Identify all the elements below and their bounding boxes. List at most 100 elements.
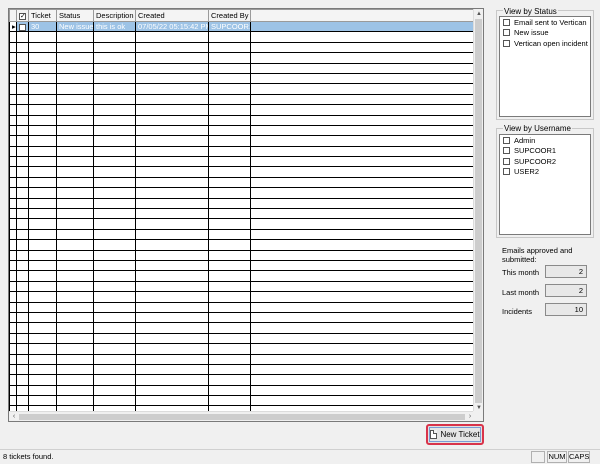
empty-table-row[interactable] <box>9 93 475 106</box>
empty-table-row[interactable] <box>9 197 475 210</box>
empty-cell <box>56 374 94 386</box>
empty-table-row[interactable] <box>9 353 475 365</box>
empty-table-row[interactable] <box>9 104 475 116</box>
empty-cell <box>93 52 136 64</box>
empty-table-row[interactable] <box>9 145 475 158</box>
empty-cell <box>56 156 94 168</box>
empty-table-row[interactable] <box>9 83 475 95</box>
row-checkbox-cell[interactable] <box>16 20 29 33</box>
empty-table-row[interactable] <box>9 322 475 334</box>
empty-cell <box>93 208 136 220</box>
username-filter-item[interactable]: SUPCOOR1 <box>500 146 590 157</box>
empty-table-row[interactable] <box>9 218 475 230</box>
empty-cell <box>9 62 17 74</box>
empty-cell <box>16 208 29 220</box>
status-filter-item[interactable]: Vertican open incident <box>500 38 590 49</box>
empty-table-row[interactable] <box>9 31 475 43</box>
empty-cell <box>250 374 475 386</box>
checkbox-icon[interactable] <box>503 168 510 176</box>
empty-table-row[interactable] <box>9 395 475 407</box>
empty-table-row[interactable] <box>9 114 475 126</box>
empty-cell <box>9 322 17 334</box>
empty-table-row[interactable] <box>9 62 475 74</box>
empty-table-row[interactable] <box>9 311 475 324</box>
new-ticket-button[interactable]: New Ticket <box>426 424 484 445</box>
empty-cell <box>9 104 17 116</box>
empty-table-row[interactable] <box>9 384 475 397</box>
cell-ticket: 30 <box>28 20 57 33</box>
empty-table-row[interactable] <box>9 343 475 355</box>
empty-table-row[interactable] <box>9 249 475 262</box>
empty-table-row[interactable] <box>9 156 475 168</box>
empty-table-row[interactable] <box>9 228 475 241</box>
statusbar-blank-panel <box>531 451 545 463</box>
empty-table-row[interactable] <box>9 52 475 64</box>
column-header-description[interactable]: Description <box>93 9 136 22</box>
column-header-created-by[interactable]: Created By <box>208 9 251 22</box>
horizontal-scrollbar[interactable]: ‹ › <box>9 411 475 421</box>
empty-cell <box>250 176 475 189</box>
scroll-up-icon[interactable]: ▲ <box>474 9 483 19</box>
checkbox-icon[interactable] <box>503 157 510 165</box>
status-filter-item[interactable]: New issue <box>500 28 590 39</box>
tickets-grid[interactable]: Ticket Status Description Created Create… <box>8 8 484 422</box>
column-header-ticket[interactable]: Ticket <box>28 9 57 22</box>
username-filter-list[interactable]: Admin SUPCOOR1 SUPCOOR2 USER2 <box>499 134 591 235</box>
select-all-checkbox[interactable] <box>19 12 26 20</box>
column-header-created[interactable]: Created <box>135 9 209 22</box>
empty-cell <box>250 52 475 64</box>
empty-table-row[interactable] <box>9 270 475 282</box>
empty-table-row[interactable] <box>9 280 475 293</box>
username-filter-item[interactable]: Admin <box>500 135 590 146</box>
empty-cell <box>56 395 94 407</box>
empty-cell <box>93 156 136 168</box>
empty-cell <box>93 291 136 303</box>
status-filter-list[interactable]: Email sent to Vertican New issue Vertica… <box>499 16 591 117</box>
empty-table-row[interactable] <box>9 259 475 272</box>
empty-table-row[interactable] <box>9 187 475 199</box>
empty-cell <box>208 322 251 334</box>
empty-cell <box>16 83 29 95</box>
empty-cell <box>28 145 57 158</box>
checkbox-icon[interactable] <box>503 29 510 37</box>
empty-cell <box>28 41 57 54</box>
empty-cell <box>16 114 29 126</box>
empty-cell <box>28 280 57 293</box>
row-checkbox[interactable] <box>19 23 26 31</box>
horizontal-scroll-thumb[interactable] <box>19 414 465 420</box>
username-filter-item[interactable]: SUPCOOR2 <box>500 156 590 167</box>
empty-cell <box>208 83 251 95</box>
vertical-scrollbar[interactable]: ▲ ▼ <box>473 9 483 413</box>
username-filter-item[interactable]: USER2 <box>500 167 590 178</box>
empty-table-row[interactable] <box>9 363 475 376</box>
empty-table-row[interactable] <box>9 332 475 345</box>
username-filter-item-label: SUPCOOR1 <box>514 146 557 156</box>
empty-cell <box>28 343 57 355</box>
empty-table-row[interactable] <box>9 208 475 220</box>
new-document-icon <box>430 430 438 439</box>
empty-table-row[interactable] <box>9 124 475 137</box>
empty-table-row[interactable] <box>9 176 475 189</box>
vertical-scroll-thumb[interactable] <box>475 19 482 403</box>
empty-table-row[interactable] <box>9 291 475 303</box>
empty-cell <box>208 374 251 386</box>
scroll-left-icon[interactable]: ‹ <box>9 412 19 421</box>
checkbox-icon[interactable] <box>503 18 510 26</box>
empty-cell <box>208 280 251 293</box>
empty-cell <box>56 187 94 199</box>
empty-table-row[interactable] <box>9 239 475 251</box>
status-filter-item[interactable]: Email sent to Vertican <box>500 17 590 28</box>
header-select-all[interactable] <box>16 9 29 22</box>
empty-table-row[interactable] <box>9 72 475 85</box>
empty-cell <box>135 384 209 397</box>
empty-table-row[interactable] <box>9 41 475 54</box>
empty-table-row[interactable] <box>9 374 475 386</box>
table-row[interactable]: ▸ 30 New issue this is ok 07/05/22 05:15… <box>9 20 475 33</box>
checkbox-icon[interactable] <box>503 39 510 47</box>
empty-table-row[interactable] <box>9 301 475 313</box>
checkbox-icon[interactable] <box>503 147 510 155</box>
checkbox-icon[interactable] <box>503 136 510 144</box>
column-header-status[interactable]: Status <box>56 9 94 22</box>
empty-table-row[interactable] <box>9 166 475 178</box>
empty-table-row[interactable] <box>9 135 475 147</box>
